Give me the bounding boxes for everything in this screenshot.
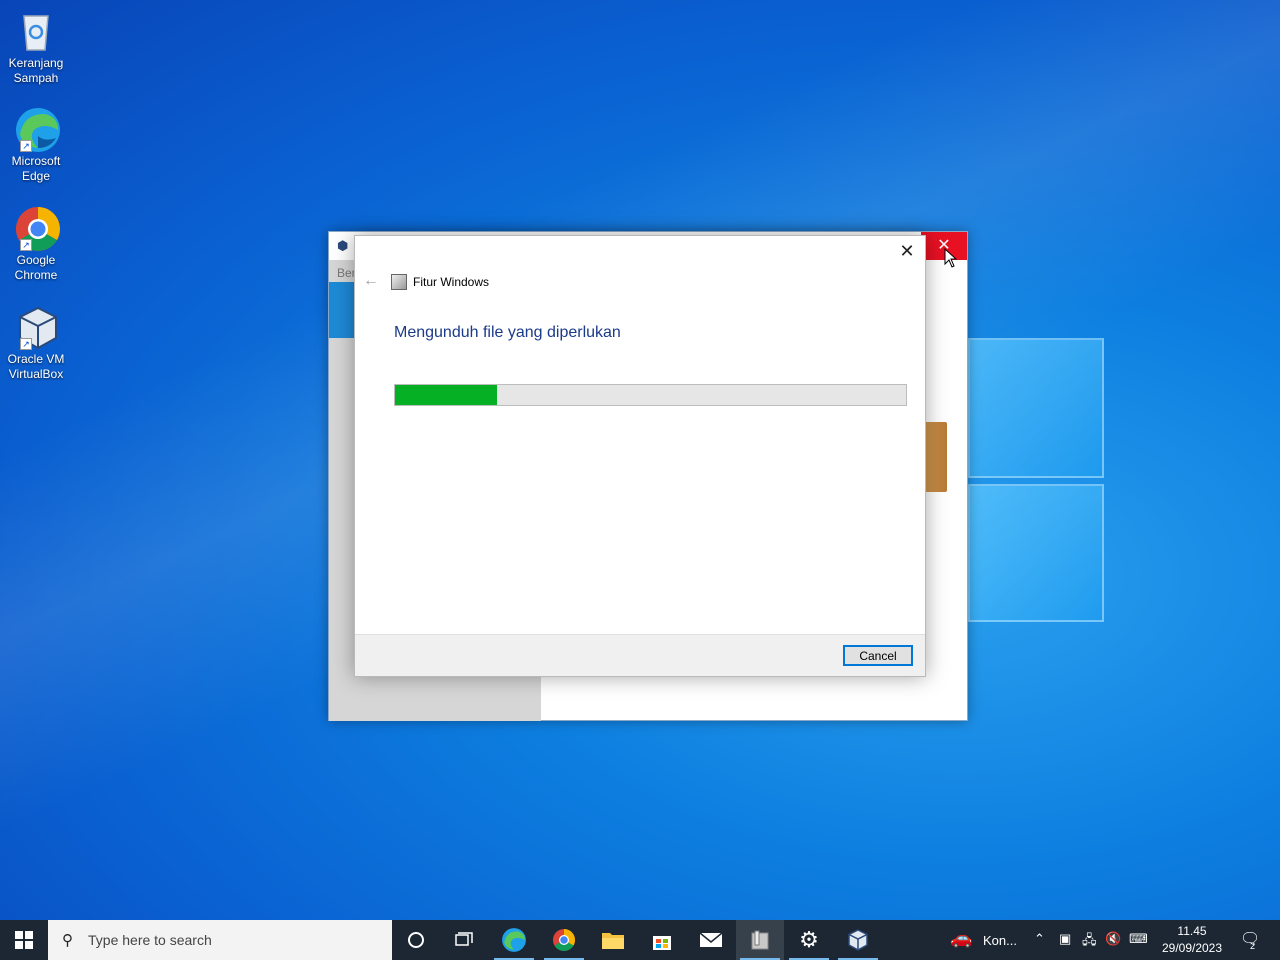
edge-icon[interactable] (490, 920, 538, 960)
start-button[interactable] (0, 920, 48, 960)
warning-car-icon[interactable]: 🚗 (950, 928, 972, 949)
dialog-app-title: Fitur Windows (413, 275, 490, 289)
dialog-heading: Mengunduh file yang diperlukan (394, 324, 621, 341)
chevron-up-icon[interactable]: ⌃ (1034, 931, 1045, 947)
windows-features-dialog: ✕ ← Fitur Windows Mengunduh file yang di… (354, 235, 926, 677)
chrome-icon: ↗ (14, 205, 60, 251)
wallpaper-logo-pane (968, 338, 1104, 478)
virtualbox-icon: ↗ (14, 304, 58, 350)
left-pane-selection (329, 282, 357, 338)
taskbar-clock[interactable]: 11.45 29/09/2023 (1155, 923, 1229, 957)
chrome-icon[interactable] (540, 920, 588, 960)
dialog-close-button[interactable]: ✕ (897, 242, 917, 262)
virtualbox-icon: ⬢ (337, 238, 349, 253)
desktop-icon-recycle-bin[interactable]: Keranjang Sampah (4, 8, 68, 86)
task-view-icon[interactable] (440, 920, 488, 960)
notification-count-badge: 2 (1250, 941, 1256, 951)
virtualbox-icon[interactable] (834, 920, 882, 960)
store-icon[interactable] (638, 920, 686, 960)
desktop-icon-label: Microsoft Edge (11, 154, 61, 183)
desktop-icon-label: Keranjang Sampah (8, 56, 64, 85)
shortcut-arrow-icon: ↗ (20, 239, 32, 251)
cortana-icon[interactable] (392, 920, 440, 960)
recycle-bin-icon (14, 8, 58, 52)
back-arrow-icon[interactable]: ← (363, 272, 379, 290)
search-placeholder: Type here to search (88, 932, 212, 948)
edge-icon: ↗ (14, 106, 60, 152)
clock-date: 29/09/2023 (1161, 941, 1223, 955)
desktop-icon-virtualbox[interactable]: ↗ Oracle VM VirtualBox (4, 304, 68, 382)
windows-features-icon (391, 274, 407, 290)
cancel-button[interactable]: Cancel (843, 645, 913, 666)
left-pane-text: Ber (337, 266, 356, 280)
shortcut-arrow-icon: ↗ (20, 338, 32, 350)
settings-icon[interactable]: ⚙ (785, 920, 833, 960)
desktop-icon-label: Oracle VM VirtualBox (7, 352, 65, 381)
progress-fill (395, 385, 498, 405)
mail-icon[interactable] (687, 920, 735, 960)
mouse-cursor-icon (944, 248, 958, 268)
desktop-icon-chrome[interactable]: ↗ Google Chrome (4, 205, 68, 283)
volume-muted-icon[interactable]: 🔇 (1105, 931, 1121, 947)
wallpaper-logo-pane (968, 484, 1104, 622)
shortcut-arrow-icon: ↗ (20, 140, 32, 152)
taskbar-search-box[interactable]: ⚲ Type here to search (48, 920, 392, 960)
keyboard-icon[interactable]: ⌨ (1129, 931, 1148, 947)
desktop-icon-edge[interactable]: ↗ Microsoft Edge (4, 106, 68, 184)
tray-app-label[interactable]: Kon... (983, 920, 1017, 960)
download-progress-bar (394, 384, 907, 406)
taskbar: ⚲ Type here to search ⚙ 🚗 Kon... ⌃ ▣ 🖧 � (0, 920, 1280, 960)
dialog-footer: Cancel (355, 634, 925, 676)
windows-logo-icon (15, 931, 33, 949)
file-explorer-icon[interactable] (589, 920, 637, 960)
clock-time: 11.45 (1177, 924, 1207, 938)
windows-features-icon[interactable] (736, 920, 784, 960)
search-icon: ⚲ (62, 932, 73, 949)
network-icon[interactable]: 🖧 (1082, 931, 1097, 953)
desktop-icon-label: Google Chrome (14, 253, 58, 282)
meet-now-icon[interactable]: ▣ (1059, 931, 1071, 947)
